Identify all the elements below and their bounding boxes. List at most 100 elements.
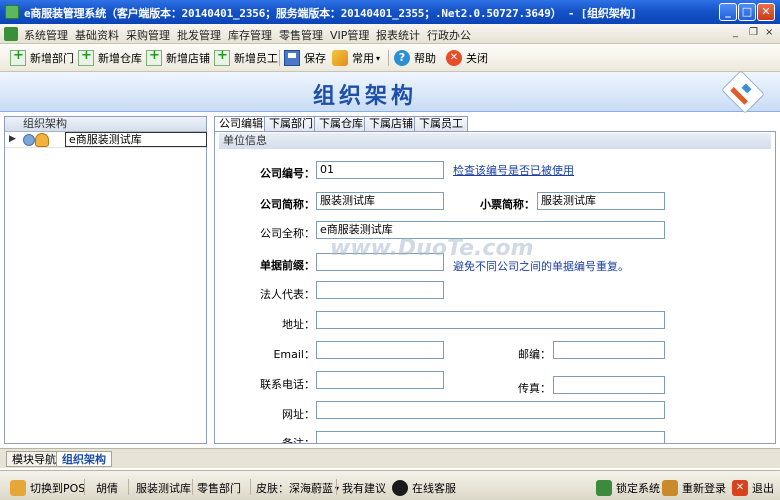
tree-node-label[interactable]: e商服装测试库 xyxy=(65,132,207,147)
company-icon xyxy=(35,133,49,147)
toolbar-separator xyxy=(279,50,280,66)
org-tree-header: 组织架构 xyxy=(5,117,206,132)
company-code-label: 公司编号： xyxy=(260,167,315,180)
status-separator xyxy=(250,479,251,495)
lock-system-label: 锁定系统 xyxy=(616,482,660,495)
save-icon xyxy=(284,50,300,66)
tab-sub-warehouses[interactable]: 下属仓库 xyxy=(314,116,368,132)
minimize-button[interactable]: _ xyxy=(719,3,737,21)
section-title: 单位信息 xyxy=(219,133,771,149)
row-selector-icon: ▶ xyxy=(9,134,16,144)
ticket-name-field[interactable]: 服装测试库 xyxy=(537,192,665,210)
doc-prefix-label: 单据前缀： xyxy=(260,259,315,272)
tab-module-nav[interactable]: 模块导航 xyxy=(6,451,62,467)
add-warehouse-button[interactable]: 新增仓库 xyxy=(78,48,142,68)
menu-inventory[interactable]: 库存管理 xyxy=(228,27,272,43)
suggestion-link[interactable]: 我有建议 xyxy=(342,480,386,496)
add-warehouse-label: 新增仓库 xyxy=(98,52,142,65)
relogin-button[interactable]: 重新登录 xyxy=(662,480,726,496)
dropdown-caret-icon: ▾ xyxy=(376,53,381,63)
address-field[interactable] xyxy=(316,311,665,329)
fax-field[interactable] xyxy=(553,376,665,394)
menu-purchase[interactable]: 采购管理 xyxy=(126,27,170,43)
add-department-button[interactable]: 新增部门 xyxy=(10,48,74,68)
switch-to-pos-button[interactable]: 切换到POS xyxy=(10,480,85,496)
tab-sub-staff[interactable]: 下属员工 xyxy=(414,116,468,132)
short-name-field[interactable]: 服装测试库 xyxy=(316,192,444,210)
company-code-field[interactable]: 01 xyxy=(316,161,444,179)
tab-org-structure[interactable]: 组织架构 xyxy=(56,451,112,467)
menu-wholesale[interactable]: 批发管理 xyxy=(177,27,221,43)
check-code-link[interactable]: 检查该编号是否已被使用 xyxy=(453,162,574,178)
menu-bar: 系统管理 基础资料 采购管理 批发管理 库存管理 零售管理 VIP管理 报表统计… xyxy=(0,24,780,44)
postcode-field[interactable] xyxy=(553,341,665,359)
exit-button[interactable]: ✕ 退出 xyxy=(732,480,774,496)
app-icon xyxy=(5,5,19,19)
lock-system-button[interactable]: 锁定系统 xyxy=(596,480,660,496)
add-store-label: 新增店铺 xyxy=(166,52,210,65)
menu-office[interactable]: 行政办公 xyxy=(427,27,471,43)
add-store-button[interactable]: 新增店铺 xyxy=(146,48,210,68)
add-staff-label: 新增员工 xyxy=(234,52,278,65)
exit-label: 退出 xyxy=(752,482,774,495)
status-bar: 切换到POS 胡倩 服装测试库 零售部门 皮肤：深海蔚蓝 ▾ 我有建议 在线客服… xyxy=(0,470,780,500)
tab-sub-departments[interactable]: 下属部门 xyxy=(264,116,318,132)
ticket-name-label: 小票简称： xyxy=(480,198,535,211)
common-label: 常用 xyxy=(352,52,374,65)
tree-node[interactable]: ▶ e商服装测试库 xyxy=(5,132,207,148)
skin-dropdown[interactable]: 皮肤：深海蔚蓝 ▾ xyxy=(256,480,339,496)
add-department-label: 新增部门 xyxy=(30,52,74,65)
phone-field[interactable] xyxy=(316,371,444,389)
qq-icon xyxy=(392,480,408,496)
toolbar: 新增部门 新增仓库 新增店铺 新增员工 保存 常用 ▾ ? 帮助 ✕ 关闭 xyxy=(0,44,780,72)
short-name-label: 公司简称： xyxy=(260,198,315,211)
remark-label: 备注： xyxy=(282,437,315,444)
window-tabs: 模块导航 组织架构 xyxy=(0,448,780,468)
toolbar-separator xyxy=(388,50,389,66)
org-tree-panel: 组织架构 ▶ e商服装测试库 xyxy=(4,116,207,444)
online-service-label: 在线客服 xyxy=(412,482,456,495)
postcode-label: 邮编： xyxy=(518,348,551,361)
remark-field[interactable] xyxy=(316,431,665,443)
window-title: e商服装管理系统（客户端版本：20140401_2356；服务端版本：20140… xyxy=(24,7,637,20)
help-icon: ? xyxy=(394,50,410,66)
menu-basic-data[interactable]: 基础资料 xyxy=(75,27,119,43)
skin-label: 皮肤：深海蔚蓝 xyxy=(256,482,333,495)
common-dropdown-button[interactable]: 常用 ▾ xyxy=(332,48,380,68)
current-department: 零售部门 xyxy=(197,482,241,495)
app-menu-icon[interactable] xyxy=(4,27,18,41)
close-window-button[interactable]: ✕ xyxy=(757,3,775,21)
pos-icon xyxy=(10,480,26,496)
mdi-minimize-button[interactable]: _ xyxy=(733,27,738,38)
menu-system[interactable]: 系统管理 xyxy=(24,27,68,43)
mdi-close-button[interactable]: × xyxy=(765,27,773,38)
lock-icon xyxy=(596,480,612,496)
menu-reports[interactable]: 报表统计 xyxy=(376,27,420,43)
add-icon xyxy=(10,48,26,66)
email-field[interactable] xyxy=(316,341,444,359)
legal-rep-field[interactable] xyxy=(316,281,444,299)
add-staff-button[interactable]: 新增员工 xyxy=(214,48,278,68)
website-field[interactable] xyxy=(316,401,665,419)
menu-vip[interactable]: VIP管理 xyxy=(330,27,369,43)
fax-label: 传真： xyxy=(518,382,551,395)
add-icon xyxy=(214,48,230,66)
add-icon xyxy=(78,48,94,66)
expand-node-icon[interactable] xyxy=(23,134,35,146)
mdi-restore-button[interactable]: ❐ xyxy=(749,27,758,38)
tab-sub-stores[interactable]: 下属店铺 xyxy=(364,116,418,132)
maximize-button[interactable]: □ xyxy=(738,3,756,21)
close-icon: ✕ xyxy=(446,50,462,66)
status-separator xyxy=(336,479,337,495)
add-icon xyxy=(146,48,162,66)
website-label: 网址： xyxy=(282,408,315,421)
help-button[interactable]: ? 帮助 xyxy=(394,48,436,68)
menu-retail[interactable]: 零售管理 xyxy=(279,27,323,43)
common-icon xyxy=(332,50,348,66)
phone-label: 联系电话： xyxy=(260,378,315,391)
status-separator xyxy=(84,479,85,495)
current-company: 服装测试库 xyxy=(136,482,191,495)
close-button[interactable]: ✕ 关闭 xyxy=(446,48,488,68)
online-service-button[interactable]: 在线客服 xyxy=(392,480,456,496)
save-button[interactable]: 保存 xyxy=(284,48,326,68)
